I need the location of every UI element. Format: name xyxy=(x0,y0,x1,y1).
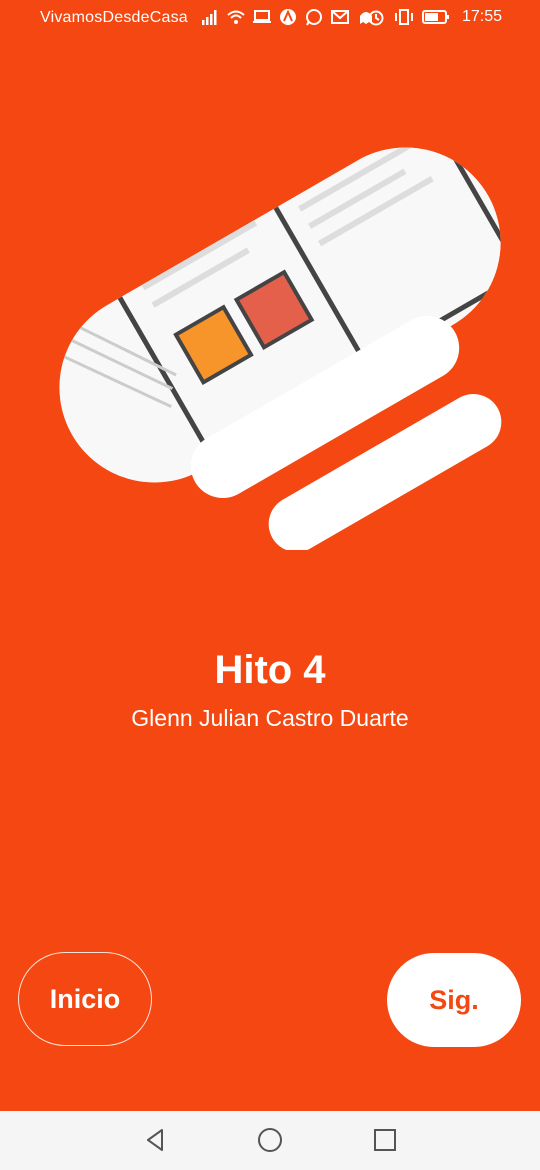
alarm-icon xyxy=(368,10,384,26)
onboarding-screen: VivamosDesdeCasa 17:55 Hito 4 Glenn Juli… xyxy=(0,0,540,1170)
status-icons-right: 17:55 xyxy=(366,8,502,26)
mail-icon xyxy=(331,10,349,24)
vibrate-icon xyxy=(394,9,413,25)
battery-icon xyxy=(421,10,449,24)
app-icon xyxy=(280,9,296,25)
next-button[interactable]: Sig. xyxy=(387,953,521,1047)
laptop-icon xyxy=(253,10,271,23)
carrier-name: VivamosDesdeCasa xyxy=(40,9,188,26)
recents-icon[interactable] xyxy=(370,1125,400,1155)
newspaper-illustration xyxy=(59,112,526,550)
back-icon[interactable] xyxy=(140,1125,170,1155)
slide-author: Glenn Julian Castro Duarte xyxy=(131,705,409,731)
wifi-icon xyxy=(227,10,245,24)
signal-icon xyxy=(202,10,217,25)
start-button[interactable]: Inicio xyxy=(18,952,152,1046)
home-icon[interactable] xyxy=(255,1125,285,1155)
slide-title: Hito 4 xyxy=(214,648,326,692)
whatsapp-icon xyxy=(306,9,322,26)
navigation-bar xyxy=(0,1111,540,1170)
status-icons-left xyxy=(200,8,376,26)
status-time: 17:55 xyxy=(461,8,502,25)
status-bar: VivamosDesdeCasa 17:55 xyxy=(0,0,540,36)
